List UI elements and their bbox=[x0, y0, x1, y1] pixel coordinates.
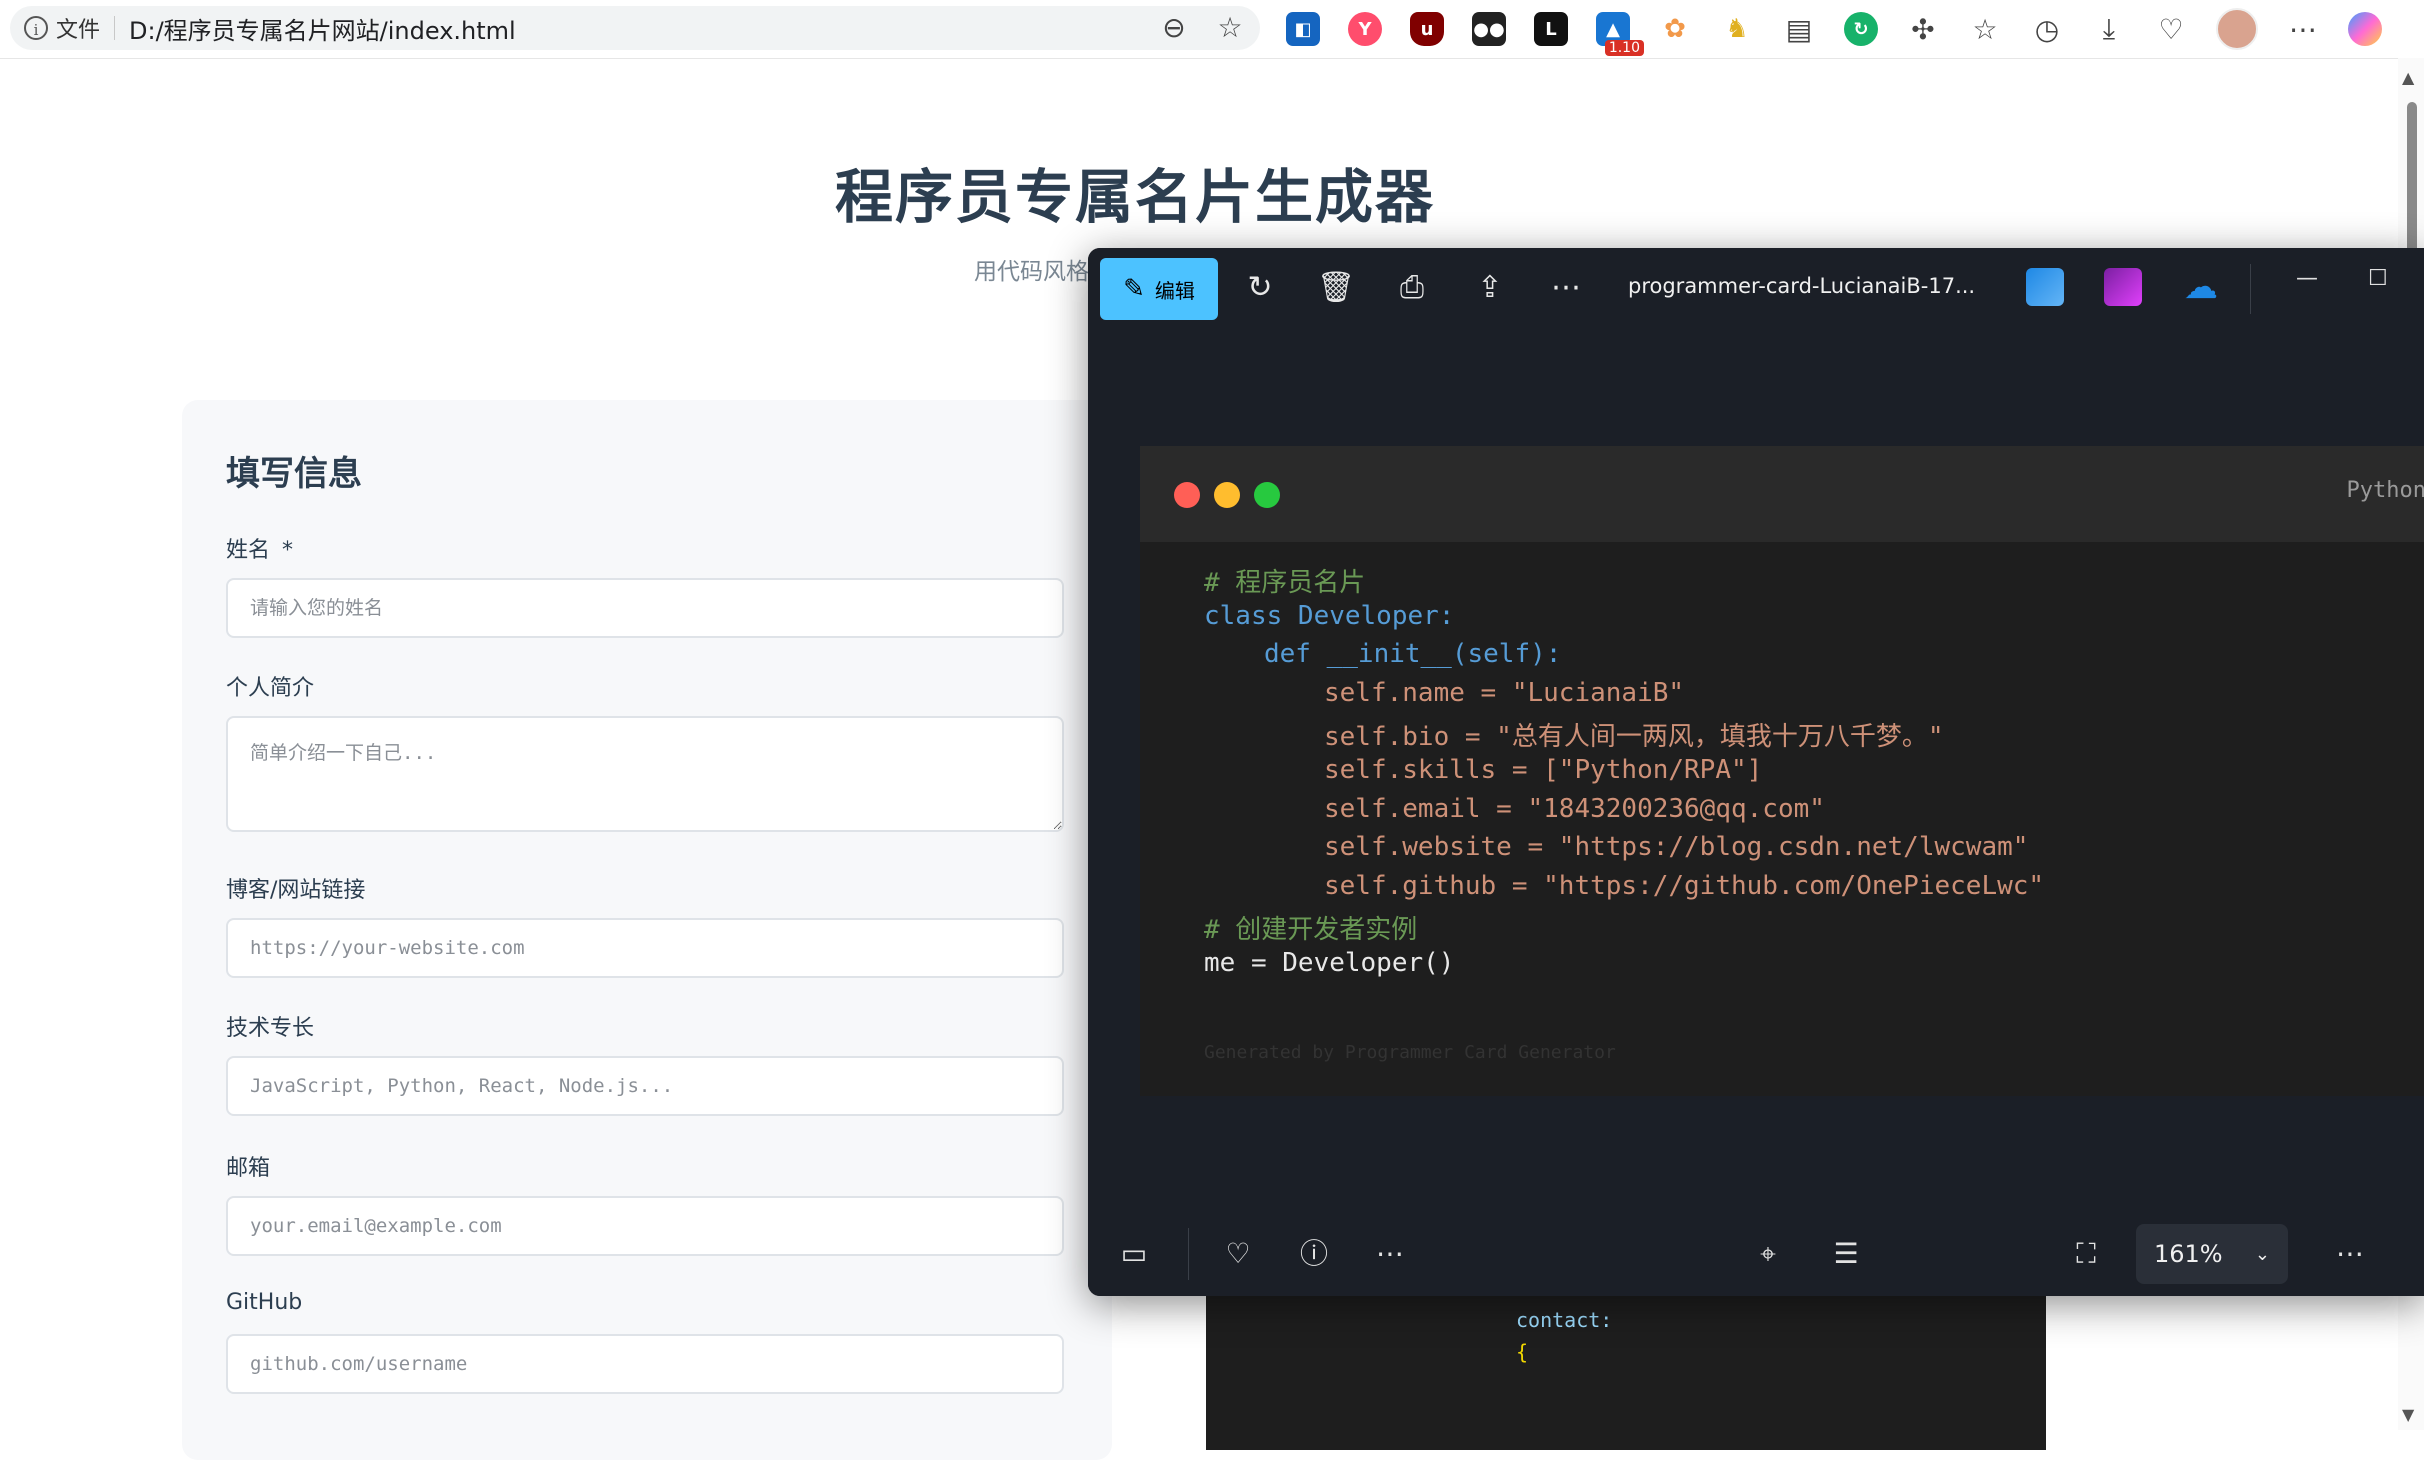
github-label: GitHub bbox=[226, 1290, 303, 1315]
code-line: self.skills = ["Python/RPA"] bbox=[1324, 755, 1763, 785]
photos-app-icon[interactable] bbox=[2026, 268, 2064, 306]
website-label: 博客/网站链接 bbox=[226, 878, 366, 903]
ext-green-icon[interactable]: ↻ bbox=[1844, 12, 1878, 46]
zoom-icon[interactable]: ⊖ bbox=[1158, 6, 1190, 50]
bottombar-divider bbox=[1188, 1228, 1189, 1280]
clipchamp-icon[interactable] bbox=[2104, 268, 2142, 306]
address-bar[interactable]: i 文件 D:/程序员专属名片网站/index.html ⊖ ☆ bbox=[10, 6, 1260, 50]
star-icon[interactable]: ☆ bbox=[1214, 6, 1246, 50]
photo-viewer-window: ✎ 编辑 ↻ 🗑 ⎙ ⇪ ⋯ programmer-card-LucianaiB… bbox=[1088, 248, 2424, 1296]
code-line: self.website = "https://blog.csdn.net/lw… bbox=[1324, 832, 2029, 863]
ext-ublock-icon[interactable]: u bbox=[1410, 12, 1444, 46]
code-line: self.email = "1843200236@qq.com" bbox=[1324, 793, 1825, 824]
ext-kangaroo-icon[interactable]: ♞ bbox=[1720, 12, 1754, 46]
minimize-icon[interactable]: — bbox=[2296, 266, 2318, 291]
chevron-down-icon: ⌄ bbox=[2254, 1243, 2270, 1265]
address-divider bbox=[114, 16, 116, 40]
info-icon[interactable]: i bbox=[24, 16, 48, 40]
code-line: self.name = "LucianaiB" bbox=[1324, 677, 1685, 708]
url-text[interactable]: D:/程序员专属名片网站/index.html bbox=[129, 11, 516, 46]
scroll-up-icon[interactable]: ▲ bbox=[2402, 68, 2414, 87]
onedrive-icon[interactable]: ☁ bbox=[2182, 268, 2220, 306]
edit-button-label: 编辑 bbox=[1154, 278, 1195, 303]
fit-screen-icon[interactable]: ⛶ bbox=[2062, 1230, 2110, 1278]
close-dot bbox=[1174, 482, 1200, 508]
code-line: me = Developer() bbox=[1204, 948, 1455, 978]
profile-avatar[interactable] bbox=[2216, 8, 2258, 50]
address-actions: ⊖ ☆ bbox=[1158, 6, 1246, 50]
name-input[interactable] bbox=[226, 578, 1064, 638]
code-line: self.github = "https://github.com/OnePie… bbox=[1324, 870, 2045, 901]
filmstrip-icon[interactable]: ▭ bbox=[1110, 1230, 1158, 1278]
bio-label: 个人简介 bbox=[226, 676, 315, 701]
viewer-filename: programmer-card-LucianaiB-17... bbox=[1628, 274, 1976, 298]
code-card: Python # 程序员名片 class Developer: def __init… bbox=[1140, 446, 2424, 1096]
extensions-row: ◧ Y u ●● L ▲ 1.10 ✿ ♞ ▤ ↻ ✣ ☆ ◷ ⤓ ♡ ⋯ bbox=[1286, 4, 2382, 56]
card-footer: Generated by Programmer Card Generator bbox=[1204, 1042, 1616, 1063]
bio-textarea[interactable] bbox=[226, 716, 1064, 832]
more-bottom-icon[interactable]: ⋯ bbox=[1366, 1230, 1414, 1278]
ext-counter-icon[interactable]: ▲ 1.10 bbox=[1596, 12, 1644, 56]
history-icon[interactable]: ◷ bbox=[2030, 12, 2064, 46]
performance-icon[interactable]: ♡ bbox=[2154, 12, 2188, 46]
code-line: # 程序员名片 bbox=[1204, 568, 1366, 598]
page-subtitle: 用代码风格 bbox=[974, 259, 1089, 285]
email-input[interactable] bbox=[226, 1196, 1064, 1256]
favorites-icon[interactable]: ☆ bbox=[1968, 12, 2002, 46]
language-label: Python bbox=[2346, 478, 2424, 503]
more-menu-icon[interactable]: ⋯ bbox=[2286, 12, 2320, 46]
ext-tampermonkey-icon[interactable]: ●● bbox=[1472, 12, 1506, 46]
download-icon[interactable]: ⤓ bbox=[2092, 12, 2126, 46]
scroll-down-icon[interactable]: ▼ bbox=[2402, 1405, 2414, 1424]
browser-toolbar: i 文件 D:/程序员专属名片网站/index.html ⊖ ☆ ◧ Y u ●… bbox=[0, 0, 2424, 59]
viewer-toolbar: ✎ 编辑 ↻ 🗑 ⎙ ⇪ ⋯ programmer-card-LucianaiB… bbox=[1088, 248, 2424, 330]
minimize-dot bbox=[1214, 482, 1240, 508]
card-header: Python bbox=[1140, 446, 2424, 542]
ext-pages-icon[interactable]: ▤ bbox=[1782, 12, 1816, 46]
zoom-dot bbox=[1254, 482, 1280, 508]
extensions-puzzle-icon[interactable]: ✣ bbox=[1906, 12, 1940, 46]
zoom-value: 161% bbox=[2154, 1240, 2223, 1268]
form-title: 填写信息 bbox=[226, 454, 362, 494]
more-options-icon[interactable]: ⋯ bbox=[1540, 262, 1592, 314]
ext-badge: 1.10 bbox=[1604, 40, 1644, 56]
website-input[interactable] bbox=[226, 918, 1064, 978]
more-right-icon[interactable]: ⋯ bbox=[2326, 1230, 2374, 1278]
github-input[interactable] bbox=[226, 1334, 1064, 1394]
page-title: 程序员专属名片生成器 bbox=[834, 163, 1435, 231]
visual-search-icon[interactable]: ⌖ bbox=[1744, 1230, 1792, 1278]
zoom-dropdown[interactable]: 161% ⌄ bbox=[2136, 1224, 2288, 1284]
ext-youdao-icon[interactable]: Y bbox=[1348, 12, 1382, 46]
edit-button[interactable]: ✎ 编辑 bbox=[1100, 258, 1218, 320]
delete-icon[interactable]: 🗑 bbox=[1310, 262, 1362, 314]
favorite-heart-icon[interactable]: ♡ bbox=[1214, 1230, 1262, 1278]
required-mark: * bbox=[282, 538, 294, 563]
ext-blue-icon[interactable]: ◧ bbox=[1286, 12, 1320, 46]
share-icon[interactable]: ⇪ bbox=[1464, 262, 1516, 314]
code-line: class Developer: bbox=[1204, 600, 1455, 631]
print-icon[interactable]: ⎙ bbox=[1386, 262, 1438, 314]
name-label-text: 姓名 bbox=[226, 538, 271, 563]
file-chip[interactable]: 文件 bbox=[56, 12, 100, 44]
ext-flower-icon[interactable]: ✿ bbox=[1658, 12, 1692, 46]
code-line: def __init__(self): bbox=[1264, 639, 1562, 670]
text-extract-icon[interactable]: ☰ bbox=[1822, 1230, 1870, 1278]
skills-label: 技术专长 bbox=[226, 1016, 315, 1041]
skills-input[interactable] bbox=[226, 1056, 1064, 1116]
code-line: self.bio = "总有人间一两风，填我十万八千梦。" bbox=[1324, 722, 1944, 753]
toolbar-divider bbox=[2250, 264, 2251, 314]
info-circle-icon[interactable]: ⓘ bbox=[1290, 1230, 1338, 1278]
ext-dark-icon[interactable]: L bbox=[1534, 12, 1568, 46]
preview-card-behind bbox=[1206, 1290, 2046, 1450]
contact-brace: { bbox=[1516, 1340, 1529, 1364]
viewer-bottombar: ▭ ♡ ⓘ ⋯ ⌖ ☰ ⛶ 161% ⌄ ⋯ bbox=[1088, 1212, 2424, 1296]
code-line: # 创建开发者实例 bbox=[1204, 915, 1418, 946]
name-label: 姓名 * bbox=[226, 532, 293, 564]
copilot-icon[interactable] bbox=[2348, 12, 2382, 46]
contact-key: contact: bbox=[1516, 1308, 1613, 1332]
edit-image-icon: ✎ bbox=[1123, 274, 1145, 304]
email-label: 邮箱 bbox=[226, 1156, 271, 1181]
maximize-icon[interactable]: ☐ bbox=[2368, 266, 2388, 291]
rotate-icon[interactable]: ↻ bbox=[1234, 262, 1286, 314]
